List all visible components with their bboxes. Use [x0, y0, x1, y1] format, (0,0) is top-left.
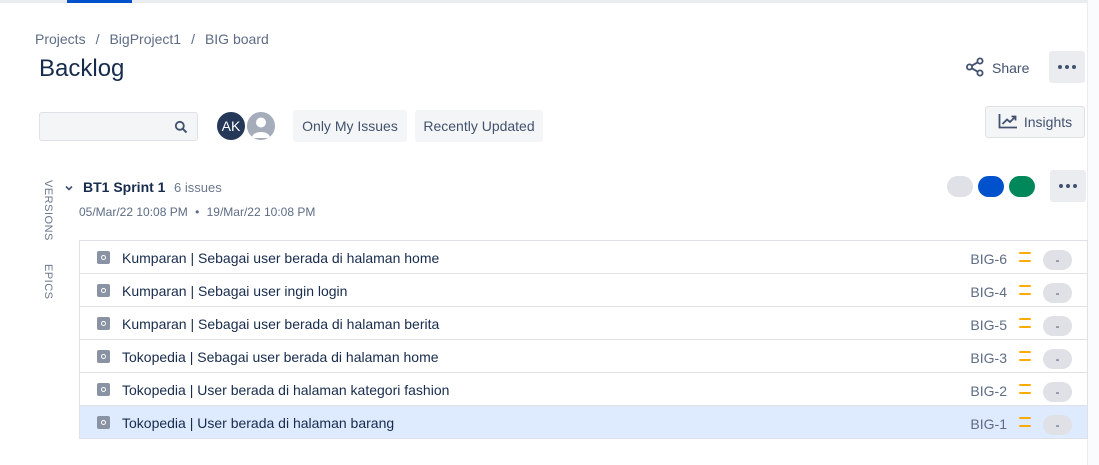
issue-key[interactable]: BIG-2: [970, 383, 1007, 399]
story-icon: [97, 350, 110, 363]
status-in-progress-count: [978, 176, 1004, 197]
priority-medium-icon: [1019, 384, 1031, 394]
share-icon: [965, 57, 985, 80]
sprint-issue-count: 6 issues: [174, 180, 222, 195]
estimate-badge: -: [1043, 250, 1072, 270]
header-more-button[interactable]: [1049, 51, 1085, 83]
more-icon: [1058, 65, 1076, 69]
filter-label: Only My Issues: [302, 118, 398, 134]
issue-row[interactable]: Kumparan | Sebagai user berada di halama…: [80, 241, 1087, 274]
estimate-badge: -: [1043, 283, 1072, 303]
insights-button[interactable]: Insights: [985, 106, 1085, 138]
top-nav-border: [0, 0, 1099, 3]
avatar-unassigned[interactable]: [245, 110, 277, 142]
filter-label: Recently Updated: [423, 118, 535, 134]
issue-summary: Kumparan | Sebagai user berada di halama…: [122, 316, 440, 332]
issue-summary: Tokopedia | User berada di halaman kateg…: [122, 382, 450, 398]
estimate-badge: -: [1043, 415, 1072, 435]
issue-list: Kumparan | Sebagai user berada di halama…: [79, 240, 1088, 439]
filter-recently-updated[interactable]: Recently Updated: [415, 110, 543, 142]
search-icon: [174, 120, 188, 139]
issue-row[interactable]: Kumparan | Sebagai user ingin login BIG-…: [80, 274, 1087, 307]
filter-only-my-issues[interactable]: Only My Issues: [293, 110, 407, 142]
epics-tab[interactable]: EPICS: [42, 264, 54, 300]
issue-row-selected[interactable]: Tokopedia | User berada di halaman baran…: [80, 406, 1087, 439]
issue-summary: Kumparan | Sebagai user berada di halama…: [122, 250, 440, 266]
estimate-badge: -: [1043, 349, 1072, 369]
story-icon: [97, 284, 110, 297]
issue-summary: Tokopedia | Sebagai user berada di halam…: [122, 349, 439, 365]
search-field[interactable]: [40, 113, 170, 140]
story-icon: [97, 383, 110, 396]
active-nav-indicator: [67, 0, 132, 3]
story-icon: [97, 251, 110, 264]
priority-medium-icon: [1019, 318, 1031, 328]
story-icon: [97, 416, 110, 429]
breadcrumb-separator: /: [95, 31, 100, 47]
issue-summary: Kumparan | Sebagai user ingin login: [122, 283, 348, 299]
breadcrumb-project[interactable]: BigProject1: [109, 31, 181, 47]
status-todo-count: [947, 176, 973, 197]
avatar-initials: AK: [221, 118, 241, 134]
issue-key[interactable]: BIG-3: [970, 350, 1007, 366]
priority-medium-icon: [1019, 417, 1031, 427]
estimate-badge: -: [1043, 382, 1072, 402]
priority-medium-icon: [1019, 285, 1031, 295]
share-button[interactable]: Share: [965, 56, 1029, 80]
estimate-badge: -: [1043, 316, 1072, 336]
versions-tab[interactable]: VERSIONS: [42, 180, 54, 241]
priority-medium-icon: [1019, 252, 1031, 262]
share-label: Share: [992, 60, 1030, 76]
sprint-more-button[interactable]: [1050, 170, 1086, 202]
issue-key[interactable]: BIG-6: [970, 251, 1007, 267]
issue-key[interactable]: BIG-5: [970, 317, 1007, 333]
issue-summary: Tokopedia | User berada di halaman baran…: [122, 415, 395, 431]
issue-key[interactable]: BIG-1: [970, 416, 1007, 432]
user-icon: [252, 117, 270, 138]
sprint-name[interactable]: BT1 Sprint 1: [83, 179, 165, 195]
story-icon: [97, 317, 110, 330]
search-input[interactable]: [39, 112, 198, 141]
priority-medium-icon: [1019, 351, 1031, 361]
issue-row[interactable]: Tokopedia | User berada di halaman kateg…: [80, 373, 1087, 406]
avatar[interactable]: AK: [215, 110, 247, 142]
sprint-dates: 05/Mar/22 10:08 PM • 19/Mar/22 10:08 PM: [79, 205, 315, 219]
breadcrumb: Projects / BigProject1 / BIG board: [35, 31, 269, 47]
more-icon: [1059, 184, 1077, 188]
chart-trend-icon: [998, 113, 1018, 132]
right-panel-edge: [1087, 0, 1099, 465]
issue-key[interactable]: BIG-4: [970, 284, 1007, 300]
sprint-end-date: 19/Mar/22 10:08 PM: [206, 205, 316, 219]
page-title: Backlog: [39, 55, 125, 82]
status-done-count: [1009, 176, 1035, 197]
breadcrumb-separator: /: [191, 31, 195, 47]
insights-label: Insights: [1023, 114, 1073, 130]
date-separator: •: [195, 205, 200, 219]
chevron-down-icon[interactable]: [64, 180, 74, 198]
issue-row[interactable]: Kumparan | Sebagai user berada di halama…: [80, 307, 1087, 340]
breadcrumb-projects[interactable]: Projects: [35, 31, 86, 47]
issue-row[interactable]: Tokopedia | Sebagai user berada di halam…: [80, 340, 1087, 373]
sprint-start-date: 05/Mar/22 10:08 PM: [79, 205, 188, 219]
breadcrumb-board[interactable]: BIG board: [205, 31, 269, 47]
